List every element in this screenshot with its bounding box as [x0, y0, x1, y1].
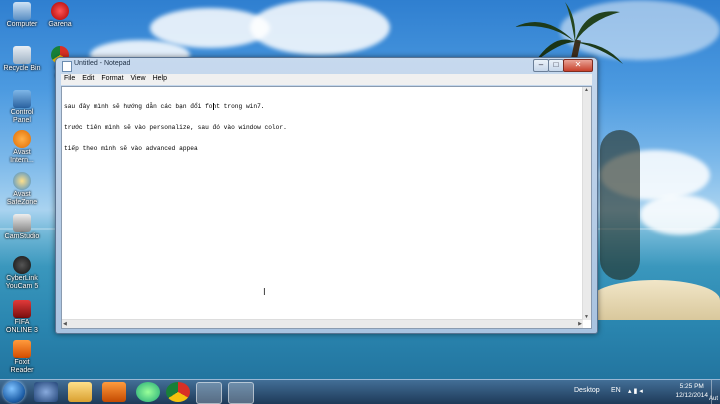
control-panel-icon: [13, 90, 31, 108]
window-title: Untitled - Notepad: [74, 60, 131, 67]
recycle-bin-icon: [13, 46, 31, 64]
scroll-left-arrow-icon[interactable]: ◀: [63, 321, 67, 327]
clock-time: 5:25 PM: [679, 383, 704, 390]
internet-explorer-icon[interactable]: [34, 382, 58, 402]
scroll-up-arrow-icon[interactable]: ▲: [584, 87, 589, 93]
text-editor[interactable]: sau đây mình sẽ hướng dẫn các bạn đổi fo…: [61, 86, 592, 329]
scroll-right-arrow-icon[interactable]: ▶: [578, 321, 582, 327]
desktop-icon-control-panel[interactable]: Control Panel: [0, 90, 44, 125]
ibeam-cursor-icon: I: [263, 287, 266, 298]
icon-label-2: ONLINE 3: [6, 327, 38, 334]
menu-file[interactable]: File: [61, 74, 79, 82]
icon-label: Avast: [13, 191, 31, 198]
notepad-window[interactable]: Untitled - Notepad – □ ✕ File Edit Format V…: [55, 57, 598, 334]
editor-text: sau đây mình sẽ hướng dẫn các bạn đổi fo…: [64, 89, 287, 166]
clock[interactable]: 5:25 PM 12/12/2014: [675, 382, 708, 400]
garena-icon: [51, 2, 69, 20]
notepad-taskbar-icon[interactable]: [196, 382, 222, 404]
menu-bar: File Edit Format View Help: [61, 74, 592, 85]
desktop-icon-avast-safezone[interactable]: Avast SafeZone: [0, 172, 44, 207]
maximize-button[interactable]: □: [548, 59, 564, 72]
menu-view[interactable]: View: [128, 74, 150, 82]
camstudio-taskbar-icon[interactable]: [136, 382, 160, 402]
title-bar[interactable]: Untitled - Notepad – □ ✕: [56, 58, 597, 72]
vertical-scrollbar[interactable]: ▲ ▼: [582, 87, 591, 320]
foxit-icon: [13, 340, 31, 358]
rock: [600, 130, 640, 280]
icon-label-2: Panel: [13, 117, 31, 124]
desktop-icon-camstudio[interactable]: CamStudio: [0, 214, 44, 241]
text-line: trước tiên mình sẽ vào personalize, sau …: [64, 124, 287, 131]
scroll-down-arrow-icon[interactable]: ▼: [584, 314, 589, 320]
menu-help[interactable]: Help: [150, 74, 171, 82]
computer-icon: [13, 2, 31, 20]
window-taskbar-icon[interactable]: [228, 382, 254, 404]
folder-icon[interactable]: [68, 382, 92, 402]
desktop-icon-garena[interactable]: Garena: [38, 2, 82, 29]
tray-icons[interactable]: ▴ ▮ ◂: [628, 387, 643, 395]
camstudio-icon: [13, 214, 31, 232]
start-button[interactable]: [3, 381, 25, 403]
cloud: [250, 0, 390, 55]
desktop-icon-foxit[interactable]: Foxit Reader: [0, 340, 44, 375]
icon-label-2: Intern...: [10, 157, 34, 164]
clock-date: 12/12/2014: [675, 392, 708, 399]
language-indicator[interactable]: EN: [611, 387, 621, 394]
icon-label: Avast: [13, 149, 31, 156]
icon-label-2: Reader: [10, 367, 34, 374]
webcam-icon: [13, 256, 31, 274]
taskbar: Desktop EN ▴ ▮ ◂ 5:25 PM 12/12/2014 Aut: [0, 379, 720, 404]
avast-icon: [13, 130, 31, 148]
text-caret: [213, 103, 214, 110]
icon-label-2: SafeZone: [6, 199, 38, 206]
icon-label: CamStudio: [4, 233, 40, 240]
menu-format[interactable]: Format: [98, 74, 127, 82]
icon-label: CyberLink: [6, 275, 38, 282]
icon-label: Garena: [48, 21, 72, 28]
desktop-icon-avast-internet[interactable]: Avast Intern...: [0, 130, 44, 165]
icon-label-2: YouCam 5: [5, 283, 39, 290]
icon-label: Foxit: [14, 359, 30, 366]
fifa-icon: [13, 300, 31, 318]
island: [590, 280, 720, 320]
icon-label: FIFA: [14, 319, 30, 326]
notepad-icon: [62, 61, 72, 72]
show-desktop-button[interactable]: [711, 380, 720, 404]
chrome-taskbar-icon[interactable]: [166, 382, 190, 402]
desktop-icon-fifa[interactable]: FIFA ONLINE 3: [0, 300, 44, 335]
horizontal-scrollbar[interactable]: ◀ ▶: [62, 319, 583, 328]
desktop-toolbar-label[interactable]: Desktop: [574, 387, 600, 394]
icon-label: Control: [10, 109, 34, 116]
safezone-icon: [13, 172, 31, 190]
menu-edit[interactable]: Edit: [79, 74, 98, 82]
close-button[interactable]: ✕: [563, 59, 593, 72]
text-line: sau đây mình sẽ hướng dẫn các bạn đổi fo…: [64, 103, 265, 110]
desktop-icon-youcam[interactable]: CyberLink YouCam 5: [0, 256, 44, 291]
media-player-icon[interactable]: [102, 382, 126, 402]
minimize-button[interactable]: –: [533, 59, 549, 72]
text-line: tiếp theo mình sẽ vào advanced appea: [64, 145, 198, 152]
